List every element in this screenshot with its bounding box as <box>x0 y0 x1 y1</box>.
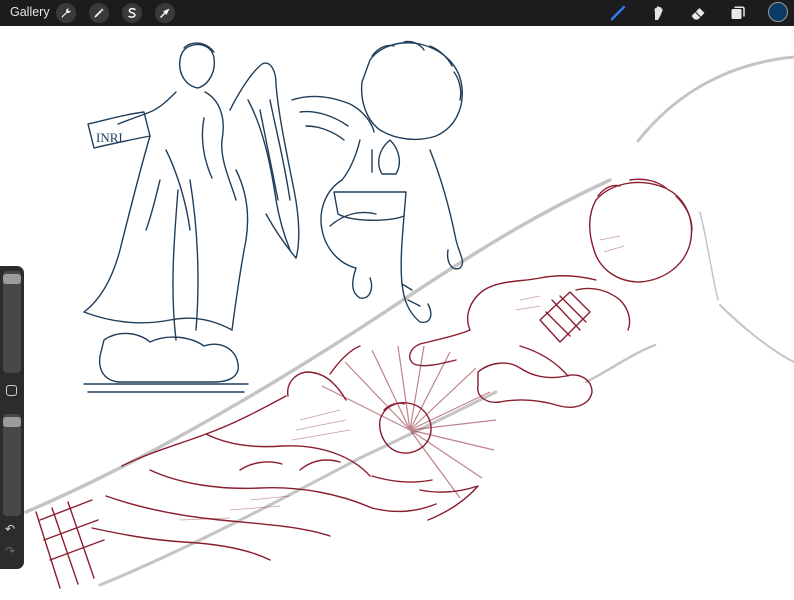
undo-icon[interactable]: ↶ <box>5 522 15 536</box>
artwork: INRI <box>24 40 794 589</box>
modify-square-icon[interactable] <box>6 385 17 396</box>
arm-outline <box>24 55 794 587</box>
opacity-knob[interactable] <box>3 417 21 427</box>
cherub-sketch <box>291 40 464 323</box>
transform-icon[interactable] <box>155 3 175 23</box>
opacity-slider[interactable] <box>3 414 21 516</box>
drawing-canvas[interactable]: INRI <box>0 26 794 595</box>
smudge-icon[interactable] <box>647 3 669 23</box>
brush-size-slider[interactable] <box>3 271 21 373</box>
eraser-icon[interactable] <box>687 3 709 23</box>
magic-wand-icon[interactable] <box>89 3 109 23</box>
sunburst-rays <box>321 345 497 499</box>
selection-icon[interactable] <box>122 3 142 23</box>
brush-size-knob[interactable] <box>3 274 21 284</box>
scroll-text: INRI <box>96 130 123 145</box>
redo-icon[interactable]: ↷ <box>5 544 15 558</box>
left-sidebar: ↶ ↷ <box>0 266 24 569</box>
wrench-icon[interactable] <box>56 3 76 23</box>
angel-statue-sketch: INRI <box>83 42 300 393</box>
brush-icon[interactable] <box>607 3 629 23</box>
layers-icon[interactable] <box>727 3 749 23</box>
gallery-button[interactable]: Gallery <box>10 5 50 19</box>
top-toolbar: Gallery <box>0 0 794 26</box>
color-picker-button[interactable] <box>768 2 788 22</box>
